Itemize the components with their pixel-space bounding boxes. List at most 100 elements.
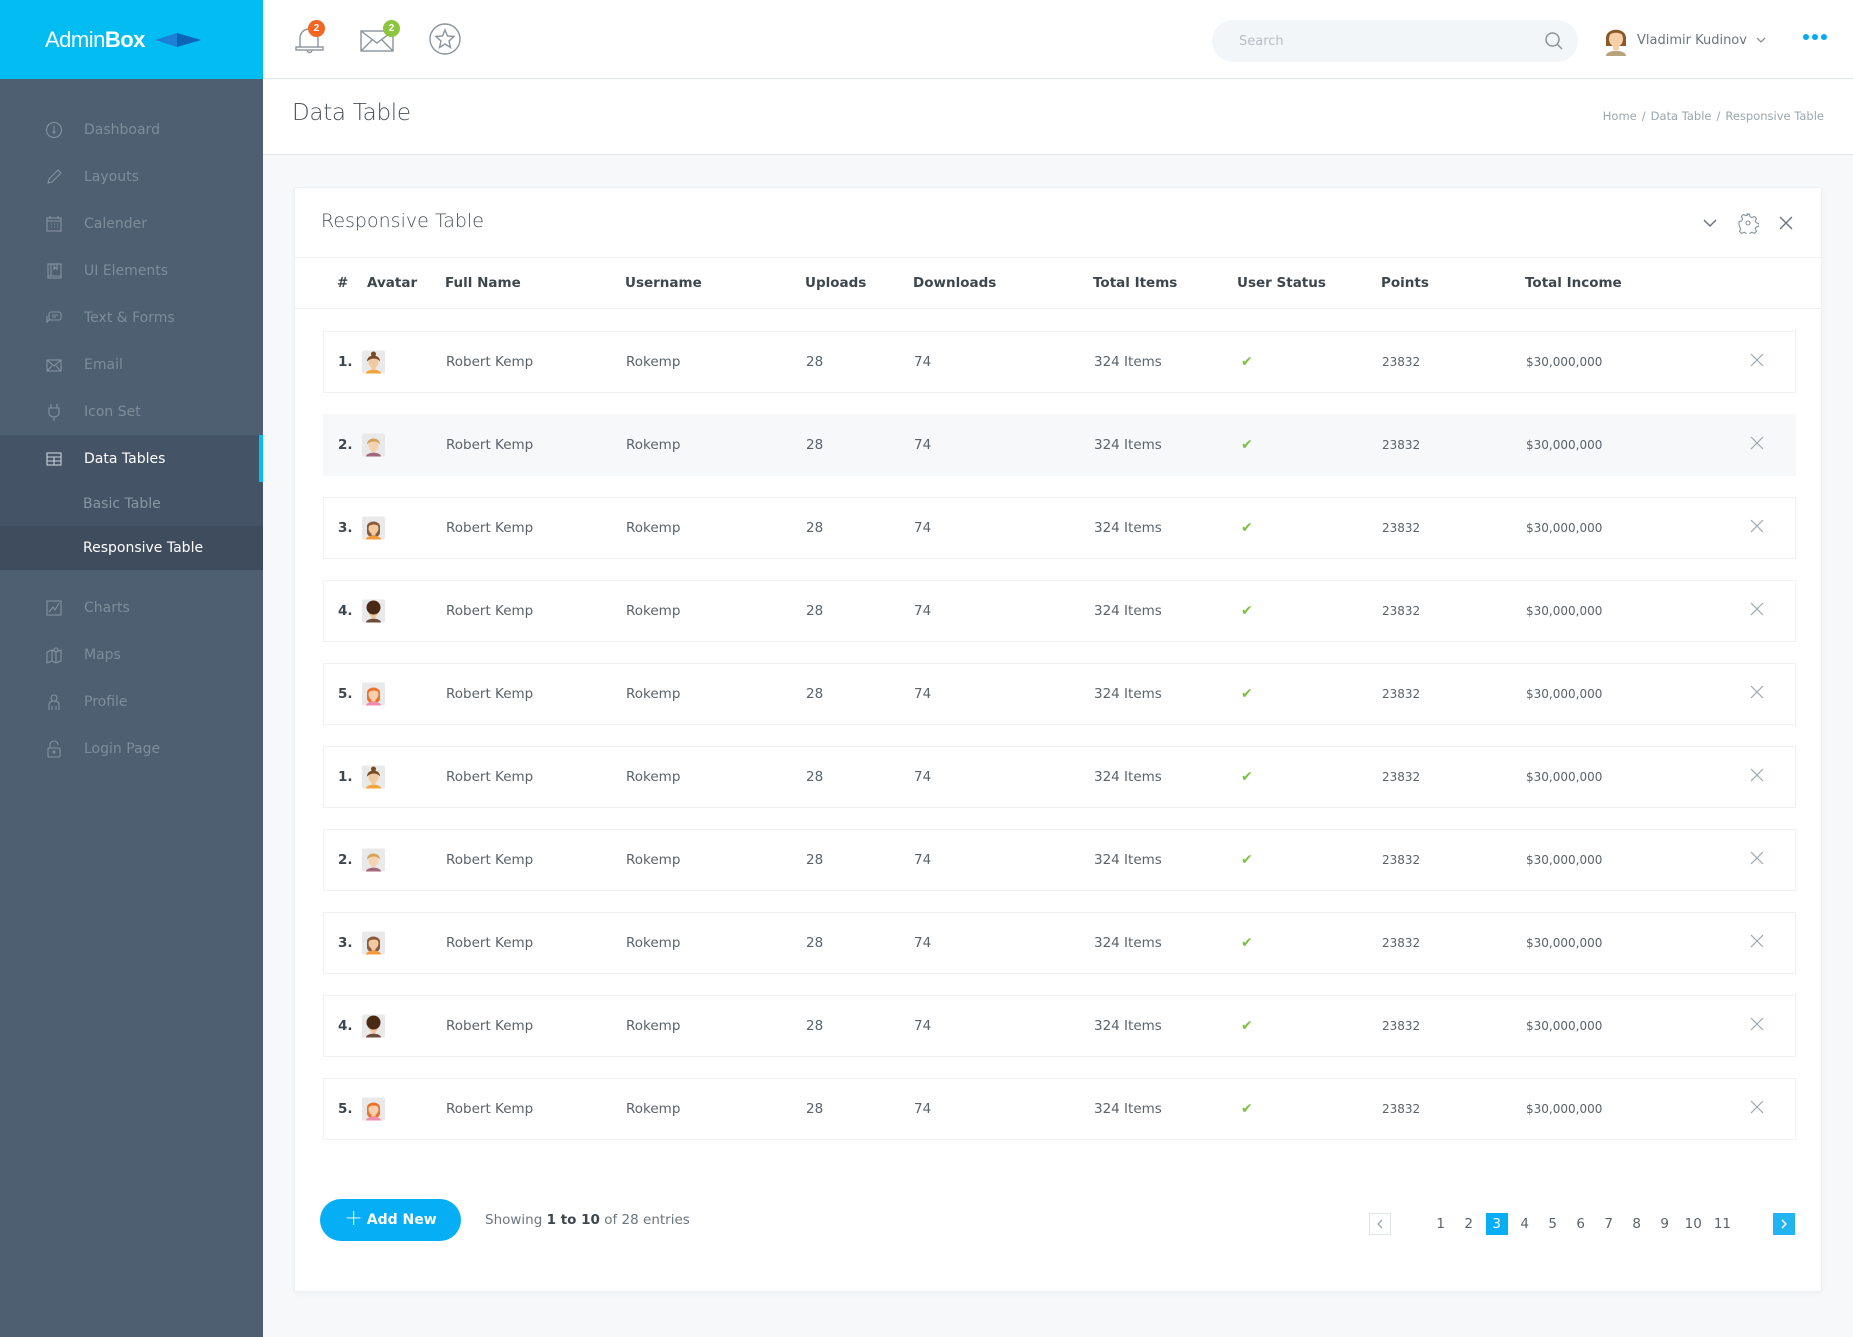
column-header-points[interactable]: Points: [1381, 275, 1429, 291]
delete-row-button[interactable]: [1749, 1099, 1765, 1119]
chevron-left-icon: [1376, 1219, 1383, 1229]
sidebar-item-profile[interactable]: Profile: [0, 678, 263, 725]
pagination-page[interactable]: 9: [1654, 1213, 1676, 1235]
breadcrumb-data-table[interactable]: Data Table: [1651, 109, 1712, 123]
row-points: 23832: [1382, 521, 1421, 535]
sidebar-item-dashboard[interactable]: Dashboard: [0, 106, 263, 153]
summary-of: of: [604, 1212, 618, 1228]
search-input[interactable]: [1239, 33, 1544, 49]
delete-row-button[interactable]: [1749, 1016, 1765, 1036]
delete-row-button[interactable]: [1749, 352, 1765, 372]
avatar: [362, 599, 385, 623]
favorites-button[interactable]: [427, 22, 463, 56]
sidebar-item-data-tables[interactable]: Data Tables: [0, 435, 263, 482]
sidebar-item-email[interactable]: Email: [0, 341, 263, 388]
more-options-button[interactable]: [1803, 34, 1827, 40]
row-uploads: 28: [806, 686, 824, 702]
sidebar-item-calender[interactable]: Calender: [0, 200, 263, 247]
column-header-index[interactable]: #: [337, 275, 348, 291]
table-row[interactable]: 4. Robert Kemp Rokemp 28 74 324 Items 23832 $30…: [323, 580, 1796, 642]
table-row[interactable]: 4. Robert Kemp Rokemp 28 74 324 Items 23832 $30…: [323, 995, 1796, 1057]
column-header-total-income[interactable]: Total Income: [1525, 275, 1622, 291]
table-row[interactable]: 3. Robert Kemp Rokemp 28 74 324 Items 23832 $30…: [323, 912, 1796, 974]
user-name: Vladimir Kudinov: [1637, 32, 1747, 48]
search-icon[interactable]: [1544, 31, 1564, 51]
delete-row-button[interactable]: [1749, 684, 1765, 704]
column-header-avatar[interactable]: Avatar: [367, 275, 417, 291]
pagination-page[interactable]: 7: [1598, 1213, 1620, 1235]
brand-logo[interactable]: AdminBox: [0, 0, 263, 79]
collapse-button[interactable]: [1701, 214, 1719, 232]
pagination-next-button[interactable]: [1773, 1213, 1795, 1235]
sidebar-subitem-responsive-table[interactable]: Responsive Table: [0, 526, 263, 570]
column-header-uploads[interactable]: Uploads: [805, 275, 866, 291]
row-downloads: 74: [914, 603, 932, 619]
sidebar-item-ui-elements[interactable]: UI Elements: [0, 247, 263, 294]
pagination-page[interactable]: 10: [1682, 1213, 1705, 1235]
row-total-items: 324 Items: [1094, 520, 1162, 536]
column-header-downloads[interactable]: Downloads: [913, 275, 996, 291]
dot-icon: [1812, 34, 1818, 40]
table-row[interactable]: 1. Robert Kemp Rokemp 28 74 324 Items 23832 $30…: [323, 746, 1796, 808]
table-row[interactable]: 3. Robert Kemp Rokemp 28 74 324 Items 23832 $30…: [323, 497, 1796, 559]
sidebar-subitem-basic-table[interactable]: Basic Table: [0, 482, 263, 526]
pagination-page[interactable]: 6: [1570, 1213, 1592, 1235]
sidebar-item-icon-set[interactable]: Icon Set: [0, 388, 263, 435]
close-card-button[interactable]: [1777, 214, 1795, 232]
row-downloads: 74: [914, 437, 932, 453]
delete-row-button[interactable]: [1749, 767, 1765, 787]
add-new-label: Add New: [366, 1212, 437, 1228]
status-check-icon: ✔: [1241, 1018, 1253, 1034]
avatar: [362, 433, 385, 457]
row-full-name: Robert Kemp: [446, 1101, 534, 1117]
delete-row-button[interactable]: [1749, 850, 1765, 870]
row-username: Rokemp: [626, 1101, 681, 1117]
user-avatar: [1606, 29, 1626, 56]
pagination-page[interactable]: 1: [1430, 1213, 1452, 1235]
user-menu[interactable]: Vladimir Kudinov: [1603, 24, 1767, 56]
table-row[interactable]: 2. Robert Kemp Rokemp 28 74 324 Items 23832 $30…: [323, 414, 1796, 476]
pagination-page[interactable]: 11: [1711, 1213, 1734, 1235]
pagination-page[interactable]: 4: [1514, 1213, 1536, 1235]
pagination-page[interactable]: 3: [1485, 1213, 1508, 1235]
sidebar-item-charts[interactable]: Charts: [0, 584, 263, 631]
column-header-user-status[interactable]: User Status: [1237, 275, 1326, 291]
row-index: 2.: [338, 852, 353, 868]
pagination-page[interactable]: 5: [1542, 1213, 1564, 1235]
column-header-full-name[interactable]: Full Name: [445, 275, 521, 291]
pagination-page[interactable]: 8: [1626, 1213, 1648, 1235]
table-row[interactable]: 2. Robert Kemp Rokemp 28 74 324 Items 23832 $30…: [323, 829, 1796, 891]
messages-button[interactable]: 2: [359, 20, 400, 56]
close-icon: [1750, 768, 1764, 782]
add-new-button[interactable]: + Add New: [320, 1199, 461, 1241]
sidebar-item-text-forms[interactable]: Text & Forms: [0, 294, 263, 341]
pagination-prev-button[interactable]: [1368, 1213, 1391, 1235]
breadcrumb-separator: /: [1716, 109, 1721, 123]
sidebar-item-login-page[interactable]: Login Page: [0, 725, 263, 772]
pagination-page[interactable]: 2: [1458, 1213, 1480, 1235]
notifications-button[interactable]: 2: [292, 20, 328, 56]
table-row[interactable]: 1. Robert Kemp Rokemp 28 74 324 Items 23832 $30…: [323, 331, 1796, 393]
table-row[interactable]: 5. Robert Kemp Rokemp 28 74 324 Items 23832 $30…: [323, 1078, 1796, 1140]
row-downloads: 74: [914, 1101, 932, 1117]
delete-row-button[interactable]: [1749, 518, 1765, 538]
sidebar-item-maps[interactable]: Maps: [0, 631, 263, 678]
row-total-items: 324 Items: [1094, 1101, 1162, 1117]
column-header-total-items[interactable]: Total Items: [1093, 275, 1177, 291]
delete-row-button[interactable]: [1749, 435, 1765, 455]
status-check-icon: ✔: [1241, 769, 1253, 785]
table-row[interactable]: 5. Robert Kemp Rokemp 28 74 324 Items 23832 $30…: [323, 663, 1796, 725]
breadcrumb-home[interactable]: Home: [1603, 109, 1637, 123]
delete-row-button[interactable]: [1749, 933, 1765, 953]
row-points: 23832: [1382, 604, 1421, 618]
row-full-name: Robert Kemp: [446, 520, 534, 536]
sidebar-item-label: UI Elements: [84, 262, 169, 279]
breadcrumb-responsive-table[interactable]: Responsive Table: [1725, 109, 1824, 123]
column-header-username[interactable]: Username: [625, 275, 702, 291]
user-icon-wrap: [45, 693, 63, 711]
row-income: $30,000,000: [1526, 687, 1603, 701]
settings-button[interactable]: [1737, 212, 1759, 234]
calendar-icon: [46, 215, 62, 232]
sidebar-item-layouts[interactable]: Layouts: [0, 153, 263, 200]
delete-row-button[interactable]: [1749, 601, 1765, 621]
